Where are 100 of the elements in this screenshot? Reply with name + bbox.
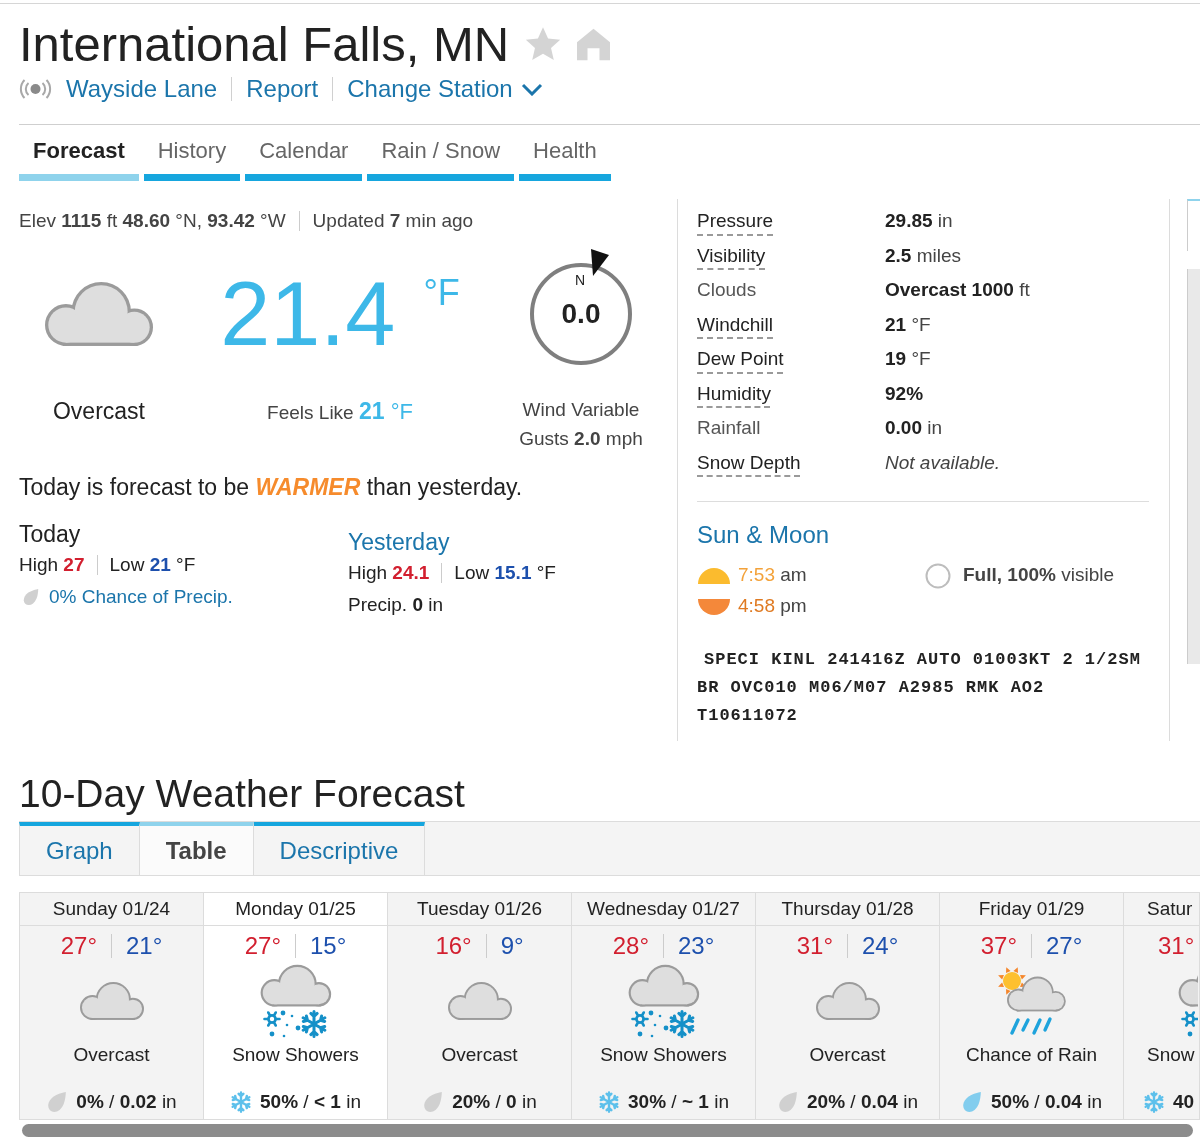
wind-gusts-text: Gusts 2.0 mph xyxy=(519,427,643,451)
yesterday-heading[interactable]: Yesterday xyxy=(348,527,450,557)
condition-label: Overcast xyxy=(53,397,145,426)
yesterday-precip: Precip. 0 in xyxy=(348,593,444,617)
condition-label: Overcast xyxy=(441,1043,518,1067)
raindrop-icon xyxy=(961,1091,984,1113)
detail-value: 29.85 in xyxy=(885,209,953,233)
sunset-time: 4:58 pm xyxy=(738,594,807,619)
cloud-icon xyxy=(815,982,880,1020)
home-icon[interactable] xyxy=(577,27,611,61)
raindrop-icon xyxy=(46,1091,69,1113)
detail-value: Not available. xyxy=(885,450,1001,475)
precip-text: 50% / < 1 in xyxy=(260,1089,361,1114)
detail-label: Pressure xyxy=(697,210,774,231)
condition-label: Snow xyxy=(1147,1043,1195,1067)
sunrise-icon xyxy=(697,566,731,585)
detail-label: Visibility xyxy=(697,244,766,266)
location-title: International Falls, MN xyxy=(19,18,510,70)
view-tab[interactable]: Graph xyxy=(19,822,140,875)
nav-tab[interactable]: History xyxy=(143,137,241,181)
precip-text: 20% / 0 in xyxy=(452,1089,537,1114)
forecast-heading: 10-Day Weather Forecast xyxy=(19,772,465,816)
low-temp: 27° xyxy=(1046,931,1083,961)
detail-value: 0.00 in xyxy=(885,416,943,440)
day-header: Wednesday 01/27 xyxy=(587,896,740,921)
high-temp: 27° xyxy=(244,931,281,961)
moon-phase-text: Full, 100% visible xyxy=(963,563,1114,588)
view-tab[interactable]: Descriptive xyxy=(253,822,426,875)
feels-like-text: Feels Like 21 °F xyxy=(267,397,413,426)
nav-tab[interactable]: Calendar xyxy=(245,137,363,181)
high-temp: 27° xyxy=(60,931,97,961)
day-header: Monday 01/25 xyxy=(235,896,356,921)
low-temp: 15° xyxy=(310,931,347,961)
station-meta: Elev 1115 ft 48.60 °N, 93.42 °W xyxy=(19,209,286,233)
star-icon[interactable] xyxy=(525,26,562,62)
sunset-icon xyxy=(697,597,731,616)
high-temp: 31° xyxy=(1158,931,1195,961)
nav-tab[interactable]: Health xyxy=(519,137,611,181)
forecast-comparison-text: Today is forecast to be WARMER than yesterday. xyxy=(19,473,523,502)
sunrise-time: 7:53 am xyxy=(738,563,807,588)
compass-north-label: N xyxy=(575,272,586,288)
cloud-icon xyxy=(45,282,153,346)
detail-value: 2.5 miles xyxy=(885,243,962,268)
raindrop-icon xyxy=(422,1091,445,1113)
temperature-unit: °F xyxy=(423,275,460,311)
precip-text: 20% / 0.04 in xyxy=(807,1089,918,1114)
sun-cloud-rain-icon xyxy=(996,966,1067,1036)
cloud-icon xyxy=(447,982,512,1020)
broadcast-icon xyxy=(19,79,52,99)
detail-label: Windchill xyxy=(697,313,774,335)
snowflake-icon xyxy=(1143,1091,1165,1113)
change-station-dropdown[interactable]: Change Station xyxy=(347,73,543,105)
sun-moon-heading: Sun & Moon xyxy=(697,520,830,550)
precip-text: 30% / ~ 1 in xyxy=(628,1089,729,1114)
cloud-snow-icon xyxy=(259,964,332,1038)
detail-label: Snow Depth xyxy=(697,451,801,473)
low-temp: 9° xyxy=(500,931,524,961)
detail-label: Rainfall xyxy=(697,417,761,438)
updated-time: Updated 7 min ago xyxy=(312,209,474,233)
day-header: Friday 01/29 xyxy=(978,896,1085,921)
wind-description: Wind Variable xyxy=(522,398,640,422)
high-temp: 31° xyxy=(796,931,833,961)
detail-value: 92% xyxy=(885,381,924,406)
high-temp: 16° xyxy=(435,931,472,961)
snowflake-icon xyxy=(598,1091,621,1113)
raindrop-icon xyxy=(22,588,40,606)
precip-chance-link[interactable]: 0% Chance of Precip. xyxy=(49,582,233,612)
view-tab[interactable]: Table xyxy=(139,822,254,875)
raindrop-icon xyxy=(777,1091,800,1113)
condition-label: Overcast xyxy=(809,1043,886,1067)
panel-edge xyxy=(1187,199,1200,251)
nav-tab[interactable]: Rain / Snow xyxy=(367,137,515,181)
precip-text: 40 xyxy=(1173,1089,1195,1114)
report-link[interactable]: Report xyxy=(246,73,319,105)
condition-label: Snow Showers xyxy=(232,1043,359,1067)
precip-text: 50% / 0.04 in xyxy=(991,1089,1102,1114)
horizontal-scrollbar[interactable] xyxy=(22,1124,1193,1137)
low-temp: 23° xyxy=(678,931,715,961)
snowflake-icon xyxy=(230,1091,253,1113)
detail-value: Overcast 1000 ft xyxy=(885,278,1030,302)
detail-label: Clouds xyxy=(697,279,757,300)
today-high-low: High 27 Low 21 °F xyxy=(19,553,196,577)
detail-label: Humidity xyxy=(697,382,771,404)
yesterday-high-low: High 24.1 Low 15.1 °F xyxy=(348,561,556,585)
day-header: Satur xyxy=(1147,896,1193,921)
high-temp: 28° xyxy=(612,931,649,961)
chevron-down-icon xyxy=(520,82,543,96)
detail-value: 21 °F xyxy=(885,312,931,337)
nav-tab[interactable]: Forecast xyxy=(19,137,139,181)
low-temp: 24° xyxy=(862,931,899,961)
day-header: Tuesday 01/26 xyxy=(417,896,542,921)
low-temp: 21° xyxy=(126,931,163,961)
metar-text: SPECI KINL 241416Z AUTO 01003KT 2 1/2SM BR OVC010 M06/M07 A2985 RMK AO2 T10611072 xyxy=(697,649,1142,727)
detail-label: Dew Point xyxy=(697,348,784,369)
temperature-reading: 21.4 xyxy=(220,269,396,359)
precip-text: 0% / 0.02 in xyxy=(76,1089,177,1114)
cloud-icon xyxy=(79,982,144,1020)
high-temp: 37° xyxy=(980,931,1017,961)
station-link[interactable]: Wayside Lane xyxy=(66,73,218,105)
condition-label: Overcast xyxy=(73,1043,150,1067)
